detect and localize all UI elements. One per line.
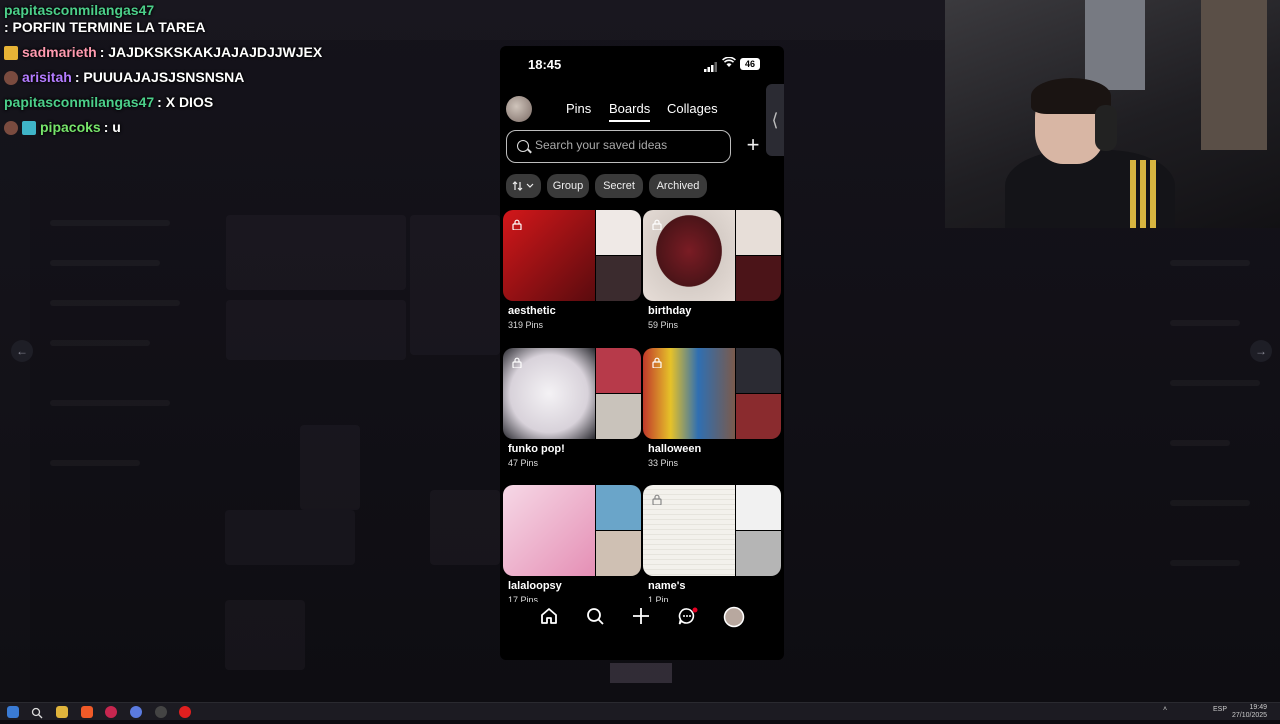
status-bar: 18:45 46 <box>500 56 784 74</box>
taskbar: ˄ ESP 19:49 27/10/2025 <box>0 702 1280 720</box>
clock[interactable]: 19:49 27/10/2025 <box>1232 704 1267 720</box>
tray-chevron-icon[interactable]: ˄ <box>1163 706 1167 713</box>
sort-chip[interactable] <box>506 174 541 198</box>
discord-icon[interactable] <box>130 706 142 718</box>
board-card[interactable]: aesthetic 319 Pins <box>503 210 641 330</box>
board-card[interactable]: funko pop! 47 Pins <box>503 348 641 468</box>
chat-message: arisitah : PUUUAJAJSJSNSNSNA <box>4 69 334 86</box>
filter-chip-secret[interactable]: Secret <box>595 174 643 198</box>
tab-boards[interactable]: Boards <box>609 101 651 122</box>
lock-icon <box>512 219 522 231</box>
filter-chip-group[interactable]: Group <box>547 174 589 198</box>
search-icon <box>517 140 529 152</box>
avatar-badge-icon <box>4 70 18 85</box>
windows-start-icon[interactable] <box>7 706 19 718</box>
board-cover <box>503 485 641 576</box>
chat-username: papitasconmilangas47 <box>4 94 155 110</box>
top-nav: Pins Boards Collages <box>500 94 784 124</box>
board-name: birthday <box>648 305 692 317</box>
create-plus-button[interactable]: + <box>743 134 763 158</box>
obs-icon[interactable] <box>155 706 167 718</box>
avatar-badge-icon <box>4 120 18 135</box>
board-cover <box>503 210 641 301</box>
board-card[interactable]: lalaloopsy 17 Pins <box>503 485 641 605</box>
messages-icon[interactable] <box>677 606 699 628</box>
board-cover <box>643 485 781 576</box>
chat-text: : u <box>103 119 121 135</box>
grid-badge-icon <box>22 120 36 135</box>
chat-text: : JAJDKSKSKAKJAJAJDJJWJEX <box>99 44 323 60</box>
profile-icon[interactable] <box>723 606 745 628</box>
board-cover <box>503 348 641 439</box>
status-time: 18:45 <box>528 57 562 72</box>
board-count: 47 Pins <box>508 458 539 468</box>
battery-icon: 46 <box>740 58 760 70</box>
clock-date: 27/10/2025 <box>1232 712 1268 719</box>
collapse-handle[interactable]: ⟨ <box>766 84 784 156</box>
board-name: halloween <box>648 443 702 455</box>
search-icon[interactable] <box>585 606 607 628</box>
lock-icon <box>512 357 522 369</box>
brave-browser-icon[interactable] <box>81 706 93 718</box>
language-indicator[interactable]: ESP <box>1213 706 1227 713</box>
lock-icon <box>652 219 662 231</box>
bottom-nav <box>500 602 784 632</box>
search-input[interactable] <box>535 138 720 152</box>
chat-text: : PORFIN TERMINE LA TAREA <box>4 19 206 35</box>
chat-message: pipacoks : u <box>4 119 334 136</box>
board-name: lalaloopsy <box>508 580 562 592</box>
media-player-icon[interactable] <box>179 706 191 718</box>
profile-avatar[interactable] <box>506 96 532 122</box>
board-card[interactable]: birthday 59 Pins <box>643 210 781 330</box>
tab-collages[interactable]: Collages <box>667 101 718 116</box>
board-cover <box>643 348 781 439</box>
chat-message: sadmarieth : JAJDKSKSKAKJAJAJDJJWJEX <box>4 44 334 61</box>
clock-time: 19:49 <box>1249 704 1268 711</box>
board-count: 59 Pins <box>648 320 679 330</box>
filter-chip-archived[interactable]: Archived <box>649 174 707 198</box>
chat-username: arisitah <box>22 69 72 85</box>
carousel-next-button[interactable]: → <box>1250 340 1272 362</box>
carousel-prev-button[interactable]: ← <box>11 340 33 362</box>
chat-username: sadmarieth <box>22 44 97 60</box>
board-name: name's <box>648 580 686 592</box>
lock-icon <box>652 494 662 506</box>
home-icon[interactable] <box>539 606 561 628</box>
webcam-feed <box>945 0 1280 228</box>
chat-username: pipacoks <box>40 119 101 135</box>
board-count: 33 Pins <box>648 458 679 468</box>
stream-chat: papitasconmilangas47 : PORFIN TERMINE LA… <box>4 2 334 144</box>
phone-screen: 18:45 46 Pins Boards Collages + Group <box>500 46 784 660</box>
tab-pins[interactable]: Pins <box>566 101 591 116</box>
lock-icon <box>652 357 662 369</box>
chat-username: papitasconmilangas47 <box>4 2 155 18</box>
search-icon[interactable] <box>31 706 43 719</box>
board-card[interactable]: name's 1 Pin <box>643 485 781 605</box>
board-count: 319 Pins <box>508 320 544 330</box>
board-cover <box>643 210 781 301</box>
wifi-icon <box>722 56 736 71</box>
chat-text: : PUUUAJAJSJSNSNSNA <box>74 69 245 85</box>
board-card[interactable]: halloween 33 Pins <box>643 348 781 468</box>
chat-message: papitasconmilangas47 : X DIOS <box>4 94 334 111</box>
subscriber-badge-icon <box>4 45 18 60</box>
create-icon[interactable] <box>631 606 653 628</box>
signal-icon <box>704 60 718 75</box>
board-name: funko pop! <box>508 443 565 455</box>
file-explorer-icon[interactable] <box>56 706 68 718</box>
desktop: ← → papitasconmilangas47 : PORFIN TERMIN… <box>0 0 1280 702</box>
board-name: aesthetic <box>508 305 556 317</box>
chat-text: : X DIOS <box>157 94 214 110</box>
search-box[interactable] <box>506 130 731 163</box>
chat-message: papitasconmilangas47 : PORFIN TERMINE LA… <box>4 2 334 36</box>
opera-icon[interactable] <box>105 706 117 718</box>
window-thumbnail <box>610 663 672 683</box>
